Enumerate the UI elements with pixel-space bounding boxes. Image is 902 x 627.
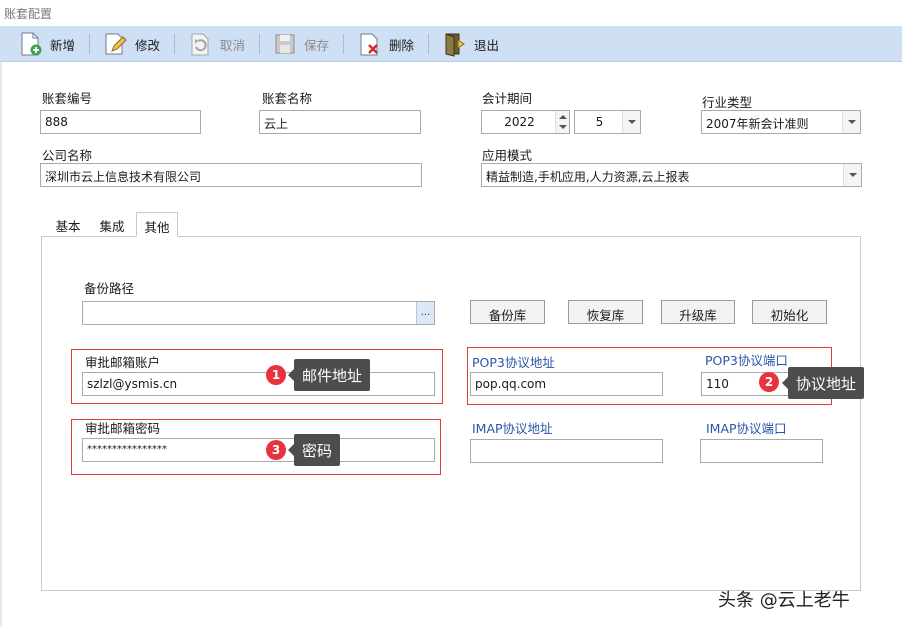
- cancel-label: 取消: [220, 37, 246, 53]
- edit-button[interactable]: 修改: [103, 30, 160, 58]
- chevron-down-icon[interactable]: [842, 111, 860, 133]
- annotation-badge-1: 1: [266, 365, 286, 385]
- mode-value: 精益制造,手机应用,人力资源,云上报表: [486, 170, 690, 184]
- period-month-value: 5: [595, 115, 604, 129]
- exit-label: 退出: [474, 37, 500, 53]
- exit-door-icon: [442, 31, 468, 57]
- imap-address-field[interactable]: [470, 439, 663, 463]
- undo-icon: [188, 31, 214, 57]
- mode-label: 应用模式: [482, 148, 533, 163]
- toolbar-divider: [343, 34, 344, 54]
- period-year-value: 2022: [504, 115, 535, 129]
- tab-other[interactable]: 其他: [136, 212, 178, 237]
- edit-label: 修改: [135, 37, 161, 53]
- upgrade-db-button[interactable]: 升级库: [661, 300, 735, 324]
- save-button[interactable]: 保存: [272, 30, 329, 58]
- new-label: 新增: [50, 37, 76, 53]
- window-title: 账套配置: [0, 0, 902, 26]
- imap-address-label: IMAP协议地址: [472, 421, 553, 436]
- chevron-down-icon[interactable]: [843, 164, 861, 186]
- backup-path-label: 备份路径: [84, 281, 135, 296]
- spinner-arrows-icon[interactable]: [555, 111, 569, 133]
- period-year-spinner[interactable]: 2022: [481, 110, 570, 134]
- toolbar-divider: [174, 34, 175, 54]
- company-label: 公司名称: [42, 148, 93, 163]
- exit-button[interactable]: 退出: [442, 30, 499, 58]
- toolbar-divider: [89, 34, 90, 54]
- industry-value: 2007年新会计准则: [706, 117, 809, 131]
- mode-select[interactable]: 精益制造,手机应用,人力资源,云上报表: [481, 163, 862, 187]
- tab-integration[interactable]: 集成: [92, 212, 132, 236]
- tab-panel-other: [41, 236, 861, 591]
- delete-label: 删除: [389, 37, 415, 53]
- chevron-down-icon[interactable]: [622, 111, 640, 133]
- toolbar: 新增 修改 取消 保存 删除 退出: [0, 26, 902, 62]
- annotation-badge-2: 2: [759, 372, 779, 392]
- tab-basic[interactable]: 基本: [49, 212, 87, 236]
- industry-select[interactable]: 2007年新会计准则: [701, 110, 861, 134]
- account-name-label: 账套名称: [262, 91, 313, 106]
- watermark: 头条 @云上老牛: [718, 590, 850, 611]
- delete-button[interactable]: 删除: [357, 30, 414, 58]
- industry-label: 行业类型: [702, 95, 753, 110]
- save-label: 保存: [304, 37, 330, 53]
- company-field[interactable]: 深圳市云上信息技术有限公司: [40, 163, 422, 187]
- account-no-label: 账套编号: [42, 91, 93, 106]
- restore-db-button[interactable]: 恢复库: [568, 300, 643, 324]
- backup-db-button[interactable]: 备份库: [470, 300, 545, 324]
- period-label: 会计期间: [482, 91, 533, 106]
- new-doc-icon: [18, 31, 44, 57]
- annotation-callout-1: 邮件地址: [287, 359, 371, 391]
- annotation-callout-2: 协议地址: [781, 367, 865, 399]
- cancel-button[interactable]: 取消: [188, 30, 245, 58]
- highlight-mail-account: [71, 349, 443, 404]
- toolbar-divider: [428, 34, 429, 54]
- annotation-badge-3: 3: [266, 440, 286, 460]
- period-month-select[interactable]: 5: [574, 110, 641, 134]
- edit-icon: [103, 31, 129, 57]
- annotation-callout-3: 密码: [287, 434, 341, 466]
- delete-doc-icon: [357, 31, 383, 57]
- window-edge: [0, 62, 2, 627]
- backup-path-field[interactable]: ...: [82, 301, 435, 325]
- browse-button[interactable]: ...: [416, 302, 434, 324]
- imap-port-label: IMAP协议端口: [706, 421, 787, 436]
- toolbar-divider: [259, 34, 260, 54]
- initialize-button[interactable]: 初始化: [752, 300, 827, 324]
- account-no-field[interactable]: 888: [40, 110, 201, 134]
- highlight-mail-password: [71, 419, 441, 475]
- save-disk-icon: [272, 31, 298, 57]
- new-button[interactable]: 新增: [18, 30, 75, 58]
- imap-port-field[interactable]: [700, 439, 823, 463]
- account-name-field[interactable]: 云上: [259, 110, 421, 134]
